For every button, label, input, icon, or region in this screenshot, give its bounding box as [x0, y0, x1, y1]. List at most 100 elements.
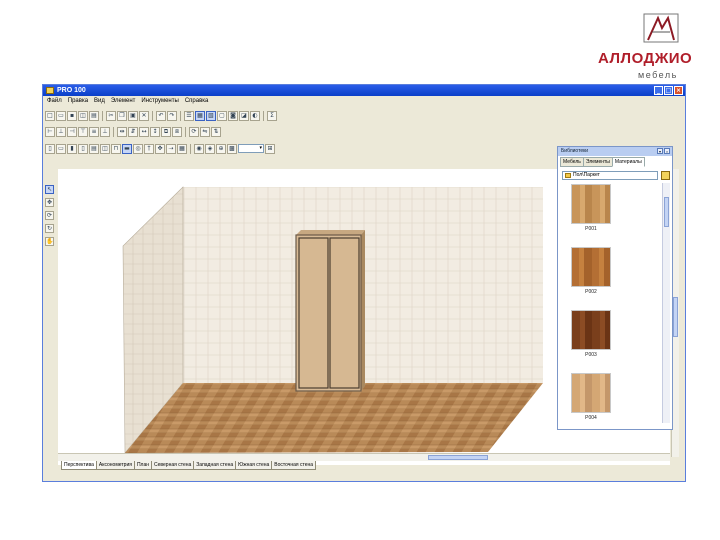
shelf-icon[interactable]: ▭: [56, 143, 66, 154]
same-width-icon[interactable]: ↔: [139, 126, 149, 137]
menu-edit[interactable]: Правка: [68, 96, 88, 106]
rotate-z-icon[interactable]: ↻: [45, 224, 54, 233]
rotate-icon[interactable]: ⟳: [189, 126, 199, 137]
zoom-select[interactable]: ▾: [238, 144, 264, 153]
library-scrollbar[interactable]: [662, 183, 670, 423]
shadow-icon[interactable]: ◪: [239, 110, 249, 121]
open-folder-button[interactable]: [661, 171, 670, 180]
library-tab-furniture[interactable]: Мебель: [560, 157, 584, 167]
distribute-v-icon[interactable]: ⇵: [128, 126, 138, 137]
move-icon[interactable]: ✥: [155, 143, 165, 154]
horizontal-scroll-thumb[interactable]: [428, 455, 488, 460]
align-top-icon[interactable]: ⊤: [78, 126, 88, 137]
cut-icon[interactable]: ✂: [106, 110, 116, 121]
library-tab-elements[interactable]: Элементы: [582, 157, 613, 167]
tab-north-wall[interactable]: Северная стена: [151, 461, 195, 470]
vertical-scroll-thumb[interactable]: [673, 297, 678, 337]
toolbar-separator: [263, 110, 264, 121]
align-center-icon[interactable]: ⊥: [56, 126, 66, 137]
flip-icon[interactable]: ⇅: [211, 126, 221, 137]
panel-close-icon[interactable]: ×: [664, 148, 670, 154]
align-middle-icon[interactable]: ≡: [89, 126, 99, 137]
wardrobe-left-door[interactable]: [298, 237, 329, 389]
library-scroll-thumb[interactable]: [664, 197, 669, 227]
save-icon[interactable]: ▪: [67, 110, 77, 121]
material-item[interactable]: P002: [571, 247, 611, 295]
tab-plan[interactable]: План: [133, 461, 153, 470]
tab-west-wall[interactable]: Западная стена: [193, 461, 237, 470]
wardrobe-right-door[interactable]: [329, 237, 360, 389]
cylinder-icon[interactable]: ◎: [133, 143, 143, 154]
menu-help[interactable]: Справка: [185, 96, 209, 106]
handle-icon[interactable]: ◫: [100, 143, 110, 154]
pattern-icon[interactable]: ▩: [227, 143, 237, 154]
maximize-button[interactable]: □: [664, 86, 673, 95]
magnet-icon[interactable]: ◉: [194, 143, 204, 154]
menu-tools[interactable]: Инструменты: [141, 96, 178, 106]
board-icon[interactable]: ▮: [67, 143, 77, 154]
arrow-icon[interactable]: ⇢: [166, 143, 176, 154]
material-swatch[interactable]: [571, 373, 611, 413]
align-bottom-icon[interactable]: ⊥: [100, 126, 110, 137]
tab-east-wall[interactable]: Восточная стена: [271, 461, 317, 470]
leg-icon[interactable]: ⊓: [111, 143, 121, 154]
group-icon[interactable]: ⧉: [161, 126, 171, 137]
library-folder-select[interactable]: Пол\Паркет: [562, 171, 658, 180]
properties-icon[interactable]: ☰: [184, 110, 194, 121]
same-height-icon[interactable]: ↕: [150, 126, 160, 137]
copy-icon[interactable]: ❐: [117, 110, 127, 121]
open-folder-icon[interactable]: ▭: [56, 110, 66, 121]
menu-file[interactable]: Файл: [47, 96, 62, 106]
render-mode-icon[interactable]: ▧: [206, 110, 216, 121]
zoom-apply-icon[interactable]: ⊞: [265, 143, 275, 154]
wardrobe[interactable]: [295, 230, 365, 392]
snap-icon[interactable]: ◈: [205, 143, 215, 154]
pointer-icon[interactable]: ↖: [45, 185, 54, 194]
library-title-bar[interactable]: Библиотеки ▾ ×: [558, 147, 672, 156]
move-tool-icon[interactable]: ✥: [45, 198, 54, 207]
minimize-button[interactable]: _: [654, 86, 663, 95]
plinth-icon[interactable]: ▬: [122, 143, 132, 154]
material-item[interactable]: P003: [571, 310, 611, 358]
mirror-icon[interactable]: ⇋: [200, 126, 210, 137]
horizontal-scrollbar[interactable]: [58, 453, 670, 461]
paste-icon[interactable]: ▣: [128, 110, 138, 121]
print-preview-icon[interactable]: ◫: [78, 110, 88, 121]
new-file-icon[interactable]: □: [45, 110, 55, 121]
rotate-tool-icon[interactable]: ⟳: [45, 211, 54, 220]
camera-icon[interactable]: ◙: [228, 110, 238, 121]
cabinet-icon[interactable]: ▯: [45, 143, 55, 154]
align-right-icon[interactable]: ⊣: [67, 126, 77, 137]
drawer-icon[interactable]: ▤: [89, 143, 99, 154]
view-mode-icon[interactable]: ▦: [195, 110, 205, 121]
material-swatch[interactable]: [571, 247, 611, 287]
align-left-icon[interactable]: ⊢: [45, 126, 55, 137]
title-bar[interactable]: PRO 100 _ □ ×: [43, 85, 685, 96]
menu-element[interactable]: Элемент: [111, 96, 135, 106]
door-icon[interactable]: ▯: [78, 143, 88, 154]
material-swatch[interactable]: [571, 184, 611, 224]
target-icon[interactable]: ⊕: [216, 143, 226, 154]
tab-axonometry[interactable]: Аксонометрия: [95, 461, 135, 470]
light-icon[interactable]: ◐: [250, 110, 260, 121]
material-item[interactable]: P004: [571, 373, 611, 421]
delete-icon[interactable]: ✕: [139, 110, 149, 121]
wireframe-icon[interactable]: ▢: [217, 110, 227, 121]
tab-south-wall[interactable]: Южная стена: [235, 461, 273, 470]
close-button[interactable]: ×: [674, 86, 683, 95]
print-icon[interactable]: ▤: [89, 110, 99, 121]
distribute-h-icon[interactable]: ⇹: [117, 126, 127, 137]
ungroup-icon[interactable]: ⧈: [172, 126, 182, 137]
redo-icon[interactable]: ↷: [167, 110, 177, 121]
pin-icon[interactable]: †: [144, 143, 154, 154]
menu-view[interactable]: Вид: [94, 96, 105, 106]
library-tab-materials[interactable]: Материалы: [611, 157, 645, 167]
panel-pin-icon[interactable]: ▾: [657, 148, 663, 154]
tab-perspective[interactable]: Перспектива: [61, 461, 97, 470]
grid-icon[interactable]: ▦: [177, 143, 187, 154]
material-item[interactable]: P001: [571, 184, 611, 232]
undo-icon[interactable]: ↶: [156, 110, 166, 121]
pan-tool-icon[interactable]: ✋: [45, 237, 54, 246]
material-swatch[interactable]: [571, 310, 611, 350]
sum-icon[interactable]: Σ: [267, 110, 277, 121]
